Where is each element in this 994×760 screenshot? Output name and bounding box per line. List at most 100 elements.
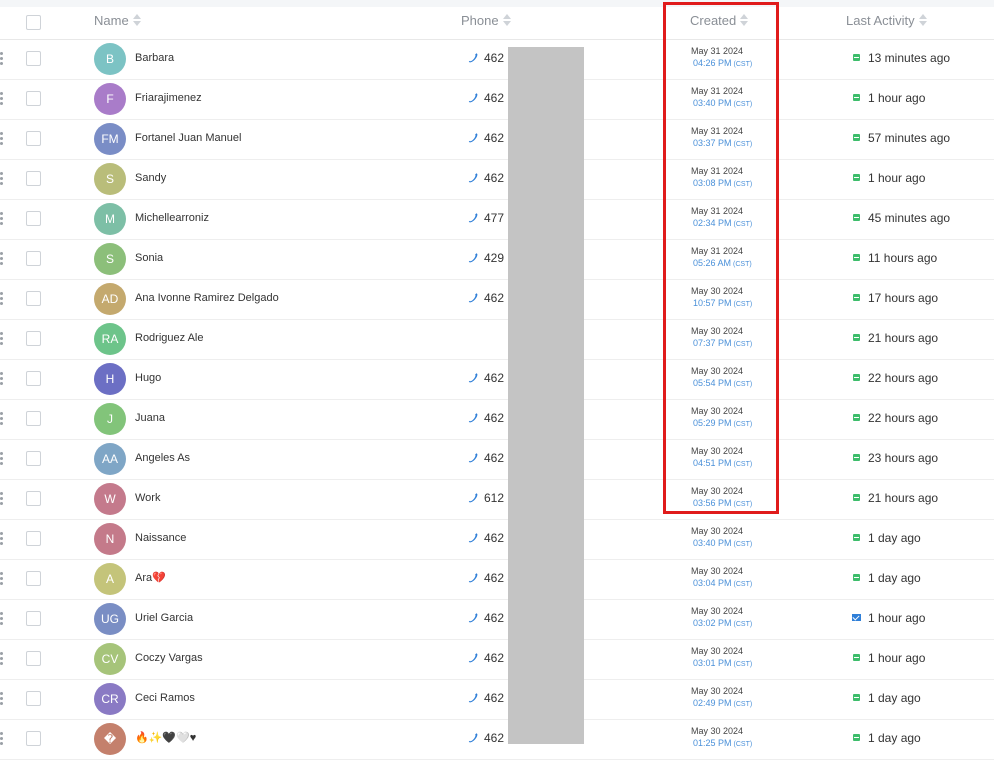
row-checkbox[interactable] [26,571,41,586]
contact-name[interactable]: Angeles As [135,439,190,477]
row-checkbox[interactable] [26,531,41,546]
sort-icon[interactable] [740,13,749,26]
contact-phone[interactable]: 462 [484,39,504,77]
table-row[interactable]: FM Fortanel Juan Manuel 462 May 31 2024 03:3… [0,119,994,160]
contact-name[interactable]: Sandy [135,159,166,197]
contact-phone[interactable]: 477 [484,199,504,237]
table-row[interactable]: A Ara💔 462 3 May 30 2024 03:04 PM (CST) 1 day … [0,559,994,600]
phone-icon[interactable] [467,252,479,264]
contact-name[interactable]: Coczy Vargas [135,639,203,677]
table-row[interactable]: AA Angeles As 462 May 30 2024 04:51 PM (CST) 2… [0,439,994,480]
table-row[interactable]: H Hugo 462 May 30 2024 05:54 PM (CST) 22 hours… [0,359,994,400]
row-checkbox[interactable] [26,251,41,266]
table-row[interactable]: UG Uriel Garcia 462 2 May 30 2024 03:02 PM (C… [0,599,994,640]
row-checkbox[interactable] [26,291,41,306]
contact-phone[interactable]: 462 [484,439,504,477]
table-row[interactable]: F Friarajimenez 462 May 31 2024 03:40 PM (CST… [0,79,994,120]
contact-phone[interactable]: 462 [484,359,504,397]
avatar[interactable]: S [94,243,126,275]
table-row[interactable]: CV Coczy Vargas 462 1 May 30 2024 03:01 PM (C… [0,639,994,680]
phone-icon[interactable] [467,132,479,144]
avatar[interactable]: A [94,563,126,595]
row-checkbox[interactable] [26,691,41,706]
drag-handle-icon[interactable] [0,332,4,346]
table-row[interactable]: W Work 612 May 30 2024 03:56 PM (CST) 21 hours… [0,479,994,520]
table-row[interactable]: � 🔥✨🖤🤍♥ 462 2 May 30 2024 01:25 PM (CST) 1 day… [0,719,994,760]
avatar[interactable]: B [94,43,126,75]
drag-handle-icon[interactable] [0,212,4,226]
avatar[interactable]: N [94,523,126,555]
drag-handle-icon[interactable] [0,452,4,466]
contact-phone[interactable]: 612 [484,479,504,517]
avatar[interactable]: RA [94,323,126,355]
drag-handle-icon[interactable] [0,492,4,506]
table-row[interactable]: N Naissance 462 6 May 30 2024 03:40 PM (CST) 1… [0,519,994,560]
contact-name[interactable]: Friarajimenez [135,79,202,117]
row-checkbox[interactable] [26,131,41,146]
drag-handle-icon[interactable] [0,652,4,666]
drag-handle-icon[interactable] [0,572,4,586]
contact-name[interactable]: Work [135,479,160,517]
phone-icon[interactable] [467,652,479,664]
column-header-last-activity[interactable]: Last Activity [846,7,927,39]
drag-handle-icon[interactable] [0,692,4,706]
row-checkbox[interactable] [26,331,41,346]
avatar[interactable]: AD [94,283,126,315]
row-checkbox[interactable] [26,171,41,186]
row-checkbox[interactable] [26,451,41,466]
table-row[interactable]: CR Ceci Ramos 462 1 May 30 2024 02:49 PM (CST… [0,679,994,720]
phone-icon[interactable] [467,452,479,464]
contact-name[interactable]: Naissance [135,519,186,557]
phone-icon[interactable] [467,212,479,224]
contact-phone[interactable]: 462 [484,159,504,197]
phone-icon[interactable] [467,292,479,304]
drag-handle-icon[interactable] [0,292,4,306]
contact-phone[interactable]: 462 [484,279,504,317]
contact-name[interactable]: 🔥✨🖤🤍♥ [135,719,196,757]
table-row[interactable]: RA Rodriguez Ale May 30 2024 07:37 PM (CST) 2… [0,319,994,360]
table-row[interactable]: S Sandy 462 May 31 2024 03:08 PM (CST) 1 hour … [0,159,994,200]
drag-handle-icon[interactable] [0,92,4,106]
drag-handle-icon[interactable] [0,612,4,626]
contact-phone[interactable]: 429 [484,239,504,277]
avatar[interactable]: S [94,163,126,195]
row-checkbox[interactable] [26,371,41,386]
contact-name[interactable]: Rodriguez Ale [135,319,204,357]
contact-name[interactable]: Uriel Garcia [135,599,193,637]
contact-name[interactable]: Hugo [135,359,161,397]
sort-icon[interactable] [502,13,511,26]
drag-handle-icon[interactable] [0,252,4,266]
table-row[interactable]: S Sonia 429 May 31 2024 05:26 AM (CST) 11 hour… [0,239,994,280]
sort-icon[interactable] [132,13,141,26]
phone-icon[interactable] [467,492,479,504]
contact-name[interactable]: Ceci Ramos [135,679,195,717]
column-header-phone[interactable]: Phone [461,7,511,39]
column-header-created[interactable]: Created [690,7,749,39]
phone-icon[interactable] [467,372,479,384]
sort-icon[interactable] [918,13,927,26]
row-checkbox[interactable] [26,611,41,626]
row-checkbox[interactable] [26,51,41,66]
phone-icon[interactable] [467,412,479,424]
phone-icon[interactable] [467,172,479,184]
row-checkbox[interactable] [26,491,41,506]
contact-name[interactable]: Michellearroniz [135,199,209,237]
avatar[interactable]: H [94,363,126,395]
contact-name[interactable]: Ana Ivonne Ramirez Delgado [135,279,279,317]
contact-phone[interactable]: 462 [484,119,504,157]
drag-handle-icon[interactable] [0,412,4,426]
avatar[interactable]: M [94,203,126,235]
avatar[interactable]: J [94,403,126,435]
contact-name[interactable]: Sonia [135,239,163,277]
phone-icon[interactable] [467,692,479,704]
contact-name[interactable]: Barbara [135,39,174,77]
contact-name[interactable]: Ara💔 [135,559,166,597]
avatar[interactable]: CV [94,643,126,675]
table-row[interactable]: B Barbara 462 May 31 2024 04:26 PM (CST) 13 mi… [0,39,994,80]
avatar[interactable]: AA [94,443,126,475]
drag-handle-icon[interactable] [0,52,4,66]
column-header-name[interactable]: Name [94,7,141,39]
avatar[interactable]: � [94,723,126,755]
contact-name[interactable]: Fortanel Juan Manuel [135,119,241,157]
avatar[interactable]: UG [94,603,126,635]
